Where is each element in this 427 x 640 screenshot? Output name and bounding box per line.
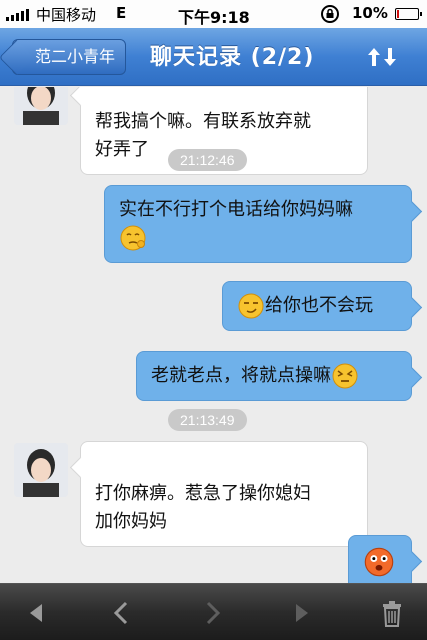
last-page-icon[interactable] xyxy=(284,596,320,630)
shocked-face-emoji xyxy=(364,547,394,577)
battery-percent: 10% xyxy=(352,4,388,22)
back-button-label: 范二小青年 xyxy=(35,47,116,66)
clock: 下午9:18 xyxy=(178,8,250,27)
navigation-bar: 范二小青年 聊天记录 (2/2) xyxy=(0,28,427,86)
contact-photo-icon xyxy=(14,87,68,125)
status-bar: 中国移动 E 下午9:18 10% xyxy=(0,0,427,28)
battery-icon xyxy=(395,8,422,20)
message-text: 给你也不会玩 xyxy=(265,295,373,316)
network-type: E xyxy=(116,4,127,22)
smirk-face-emoji xyxy=(238,293,264,319)
message-bubble-outgoing[interactable]: 老就老点，将就点操嘛 xyxy=(136,351,412,401)
message-bubble-outgoing[interactable] xyxy=(348,535,412,583)
carrier-name: 中国移动 xyxy=(36,6,97,24)
back-button[interactable]: 范二小青年 xyxy=(12,39,127,75)
message-bubble-incoming[interactable]: 打你麻痹。惹急了操你媳妇 加你妈妈 xyxy=(80,441,368,547)
page-title: 聊天记录 (2/2) xyxy=(150,45,315,70)
first-page-icon[interactable] xyxy=(18,596,54,630)
message-timestamp: 21:12:46 xyxy=(168,149,247,171)
message-bubble-outgoing[interactable]: 实在不行打个电话给你妈妈嘛 xyxy=(104,185,412,263)
next-page-icon[interactable] xyxy=(194,596,230,630)
rotation-lock-icon xyxy=(321,5,339,23)
bottom-toolbar xyxy=(0,583,427,640)
avatar[interactable] xyxy=(14,87,68,125)
message-text: 打你麻痹。惹急了操你媳妇 加你妈妈 xyxy=(95,483,311,532)
contact-photo-icon xyxy=(14,443,68,497)
avatar[interactable] xyxy=(14,443,68,497)
sort-arrows-icon[interactable] xyxy=(363,40,401,74)
message-timestamp: 21:13:49 xyxy=(168,409,247,431)
signal-strength-icon xyxy=(6,9,29,21)
thinking-face-emoji xyxy=(120,225,146,251)
squinting-face-emoji xyxy=(332,363,358,389)
chat-history[interactable]: 帮我搞个嘛。有联系放弃就 好弄了 21:12:46 实在不行打个电话给你妈妈嘛 … xyxy=(0,87,427,583)
message-text: 老就老点，将就点操嘛 xyxy=(151,365,331,386)
prev-page-icon[interactable] xyxy=(104,596,140,630)
message-text: 实在不行打个电话给你妈妈嘛 xyxy=(119,199,353,220)
trash-icon[interactable] xyxy=(374,596,410,630)
message-bubble-outgoing[interactable]: 给你也不会玩 xyxy=(222,281,412,331)
